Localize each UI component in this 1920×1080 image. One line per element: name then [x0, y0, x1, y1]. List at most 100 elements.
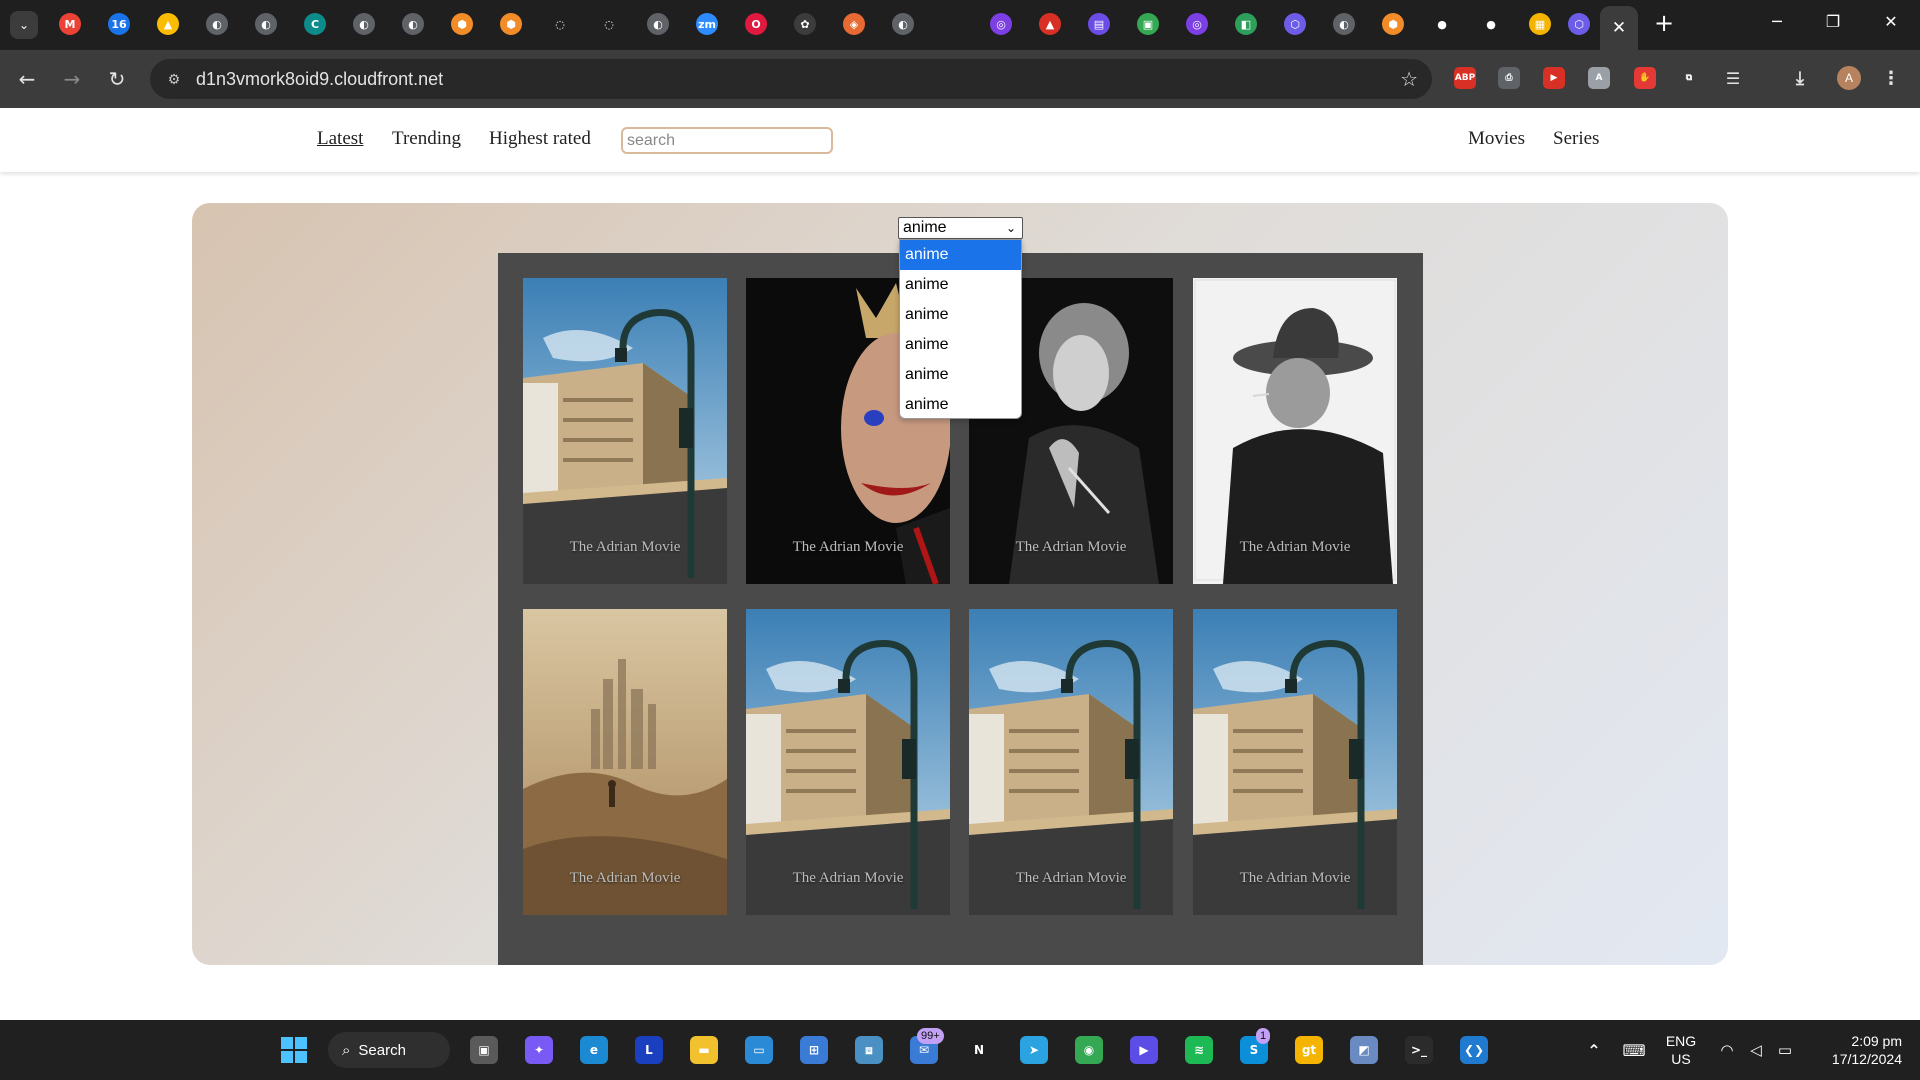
globe-icon[interactable]: ◐ — [255, 13, 277, 35]
opera-icon[interactable]: O — [745, 13, 767, 35]
url-text[interactable]: d1n3vmork8oid9.cloudfront.net — [196, 69, 443, 90]
terminal-icon[interactable]: >_ — [1405, 1036, 1433, 1064]
media-controls-icon[interactable]: ☰ — [1722, 67, 1744, 89]
nav-link-series[interactable]: Series — [1553, 128, 1599, 150]
github-icon[interactable]: ● — [1480, 13, 1502, 35]
chrome-icon[interactable]: ◉ — [1075, 1036, 1103, 1064]
movie-card[interactable]: The Adrian Movie — [969, 609, 1173, 915]
globe-icon[interactable]: ◐ — [647, 13, 669, 35]
movie-card[interactable]: The Adrian Movie — [523, 609, 727, 915]
genre-select[interactable]: anime ⌄ — [898, 217, 1023, 239]
genre-option[interactable]: anime — [900, 240, 1021, 270]
purple-app-icon[interactable]: ◎ — [1186, 13, 1208, 35]
restore-icon[interactable]: ❐ — [1818, 12, 1848, 38]
microsoft-store-icon[interactable]: ⊞ — [800, 1036, 828, 1064]
clock[interactable]: 2:09 pm 17/12/2024 — [1812, 1032, 1902, 1068]
movie-card[interactable]: The Adrian Movie — [746, 609, 950, 915]
forward-arrow-icon[interactable]: → — [58, 65, 86, 93]
purple-app-icon[interactable]: ◎ — [990, 13, 1012, 35]
netflix-icon[interactable]: N — [965, 1036, 993, 1064]
windows-start-icon[interactable] — [280, 1036, 308, 1064]
search-input[interactable] — [621, 127, 833, 154]
cube-icon[interactable]: ⬡ — [1284, 13, 1306, 35]
reload-icon[interactable]: ↻ — [103, 65, 131, 93]
keyboard-icon[interactable]: ⌨ — [1620, 1036, 1648, 1064]
taskbar-search[interactable]: ⌕ Search — [328, 1032, 450, 1068]
puzzle-icon[interactable]: ⧉ — [1678, 67, 1700, 89]
yellow-box-icon[interactable]: ▦ — [1529, 13, 1551, 35]
address-bar[interactable]: ⚙ d1n3vmork8oid9.cloudfront.net ☆ — [150, 59, 1432, 99]
genre-option[interactable]: anime — [900, 270, 1021, 300]
movie-title: The Adrian Movie — [1015, 539, 1127, 555]
cube-icon[interactable]: ⬡ — [1568, 13, 1590, 35]
file-explorer-icon[interactable]: ▬ — [690, 1036, 718, 1064]
kebab-menu-icon[interactable]: ⋮ — [1880, 67, 1902, 89]
download-icon[interactable]: ⤓ — [1789, 67, 1811, 89]
loading-circle-icon[interactable]: ◌ — [549, 13, 571, 35]
movie-card[interactable]: The Adrian Movie — [1193, 278, 1397, 584]
minimize-icon[interactable]: ─ — [1762, 12, 1792, 38]
remote-desktop-icon[interactable]: ⧈ — [855, 1036, 883, 1064]
genre-option[interactable]: anime — [900, 360, 1021, 390]
movie-card[interactable]: The Adrian Movie — [523, 278, 727, 584]
nav-link-movies[interactable]: Movies — [1468, 128, 1525, 150]
show-hidden-icons-chevron-icon[interactable]: ⌃ — [1580, 1036, 1608, 1064]
copilot-icon[interactable]: ✦ — [525, 1036, 553, 1064]
tab-search-chevron-icon[interactable]: ⌄ — [10, 11, 38, 39]
hexagon-orange-icon[interactable]: ⬢ — [451, 13, 473, 35]
globe-icon[interactable]: ◐ — [1333, 13, 1355, 35]
orange-square-icon[interactable]: ◈ — [843, 13, 865, 35]
globe-icon[interactable]: ◐ — [892, 13, 914, 35]
purple-store-icon[interactable]: ▤ — [1088, 13, 1110, 35]
github-icon[interactable]: ● — [1431, 13, 1453, 35]
zoom-icon[interactable]: zm — [696, 13, 718, 35]
nav-link-latest[interactable]: Latest — [317, 128, 363, 150]
spotify-icon[interactable]: ≋ — [1185, 1036, 1213, 1064]
movie-card[interactable]: The Adrian Movie — [1193, 609, 1397, 915]
genre-option[interactable]: anime — [900, 330, 1021, 360]
green-app-icon[interactable]: ▣ — [1137, 13, 1159, 35]
hexagon-orange-icon[interactable]: ⬢ — [1382, 13, 1404, 35]
gt-app-icon[interactable]: gt — [1295, 1036, 1323, 1064]
vscode-icon[interactable]: ❮❯ — [1460, 1036, 1488, 1064]
red-play-icon[interactable]: ▶ — [1543, 67, 1565, 89]
desktop-icon[interactable]: ▭ — [745, 1036, 773, 1064]
red-triangle-icon[interactable]: ▲ — [1039, 13, 1061, 35]
genre-option[interactable]: anime — [900, 300, 1021, 330]
l-app-icon[interactable]: L — [635, 1036, 663, 1064]
task-view-icon[interactable]: ▣ — [470, 1036, 498, 1064]
input-language[interactable]: ENG US — [1663, 1032, 1699, 1068]
c-app-icon[interactable]: C — [304, 13, 326, 35]
back-arrow-icon[interactable]: ← — [13, 65, 41, 93]
gmail-icon[interactable]: M — [59, 13, 81, 35]
adblock-plus-icon[interactable]: ABP — [1454, 67, 1476, 89]
media-player-icon[interactable]: ▶ — [1130, 1036, 1158, 1064]
loading-circle-icon[interactable]: ◌ — [598, 13, 620, 35]
globe-icon[interactable]: ◐ — [206, 13, 228, 35]
nav-link-trending[interactable]: Trending — [392, 128, 461, 150]
site-info-icon[interactable]: ⚙ — [164, 69, 184, 89]
nav-link-highest-rated[interactable]: Highest rated — [489, 128, 591, 150]
active-tab-close-icon[interactable]: ✕ — [1600, 6, 1638, 50]
hexagon-orange-icon[interactable]: ⬢ — [500, 13, 522, 35]
image-editor-icon[interactable]: ◩ — [1350, 1036, 1378, 1064]
bookmark-star-icon[interactable]: ☆ — [1400, 67, 1418, 91]
green-app-icon[interactable]: ◧ — [1235, 13, 1257, 35]
wifi-icon[interactable]: ◠ — [1713, 1036, 1741, 1064]
genre-option[interactable]: anime — [900, 390, 1021, 420]
battery-icon[interactable]: ▭ — [1771, 1036, 1799, 1064]
new-tab-plus-icon[interactable]: + — [1652, 11, 1676, 36]
google-drive-icon[interactable]: ▲ — [157, 13, 179, 35]
gray-extension-icon[interactable]: A — [1588, 67, 1610, 89]
printer-icon[interactable]: ⎙ — [1498, 67, 1520, 89]
globe-icon[interactable]: ◐ — [402, 13, 424, 35]
red-hand-icon[interactable]: ✋ — [1634, 67, 1656, 89]
volume-icon[interactable]: ◁ — [1742, 1036, 1770, 1064]
telegram-icon[interactable]: ➤ — [1020, 1036, 1048, 1064]
openai-icon[interactable]: ✿ — [794, 13, 816, 35]
edge-icon[interactable]: e — [580, 1036, 608, 1064]
profile-avatar[interactable]: A — [1837, 66, 1861, 90]
close-window-icon[interactable]: ✕ — [1876, 12, 1906, 38]
calendar-icon[interactable]: 16 — [108, 13, 130, 35]
globe-icon[interactable]: ◐ — [353, 13, 375, 35]
